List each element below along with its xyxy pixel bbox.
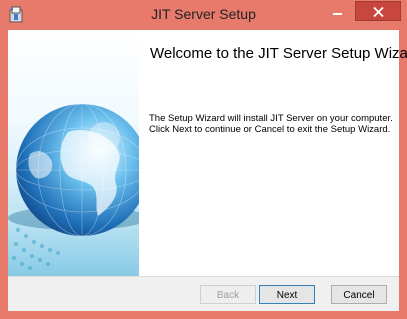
wizard-heading: Welcome to the JIT Server Setup Wizard — [150, 45, 407, 62]
close-button[interactable] — [355, 1, 401, 21]
wizard-client-area: Welcome to the JIT Server Setup Wizard T… — [8, 30, 407, 311]
wizard-description: The Setup Wizard will install JIT Server… — [149, 113, 395, 135]
wizard-content: Welcome to the JIT Server Setup Wizard T… — [139, 30, 407, 276]
description-line-1: The Setup Wizard will install JIT Server… — [149, 113, 393, 124]
close-icon — [373, 7, 384, 17]
back-button[interactable]: Back — [200, 285, 256, 304]
description-line-2: Click Next to continue or Cancel to exit… — [149, 124, 391, 135]
button-bar: Back Next Cancel — [8, 276, 399, 311]
banner-panel — [8, 30, 139, 276]
next-button[interactable]: Next — [259, 285, 315, 304]
globe-illustration — [8, 103, 139, 276]
setup-window: JIT Server Setup Welcome to the JIT Serv… — [0, 0, 407, 319]
cancel-button[interactable]: Cancel — [331, 285, 387, 304]
minimize-button[interactable] — [324, 1, 351, 21]
title-bar[interactable]: JIT Server Setup — [0, 0, 407, 30]
